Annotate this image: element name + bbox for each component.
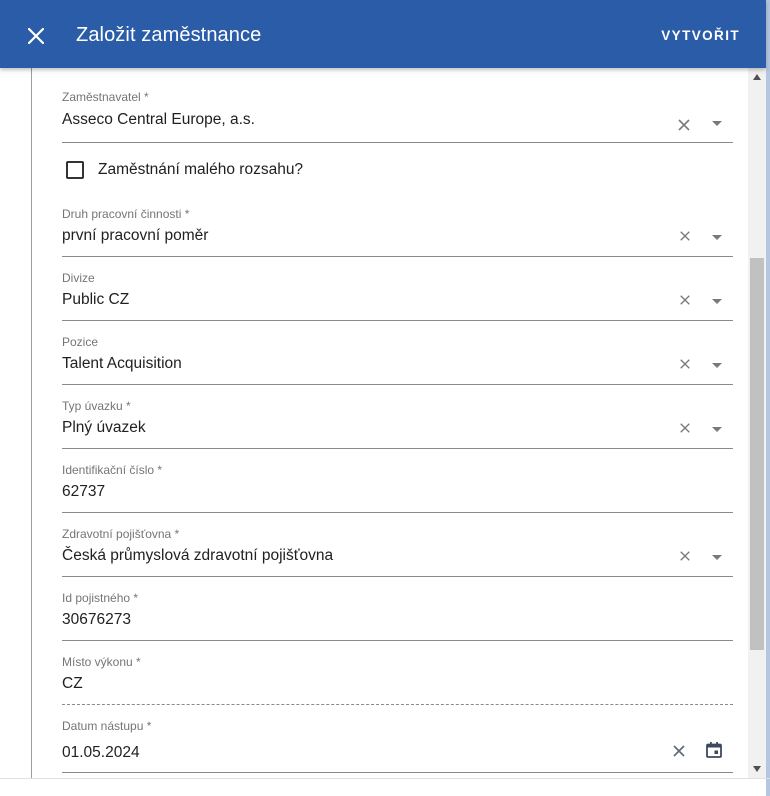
dialog-title: Založit zaměstnance — [76, 24, 262, 46]
scroll-down-arrow-icon[interactable] — [753, 766, 761, 772]
workload-type-label: Typ úvazku * — [62, 399, 131, 413]
health-insurer-underline — [62, 576, 733, 577]
close-button[interactable] — [22, 22, 50, 50]
health-insurer-label: Zdravotní pojišťovna * — [62, 527, 180, 541]
insured-id-value: 30676273 — [62, 611, 131, 628]
background-window-edge — [766, 0, 770, 796]
employer-underline — [62, 142, 733, 143]
chevron-down-icon[interactable] — [712, 427, 722, 432]
clear-icon[interactable] — [679, 230, 691, 242]
health-insurer-select[interactable]: Zdravotní pojišťovna * Česká průmyslová … — [62, 527, 733, 577]
employer-select[interactable]: Zaměstnavatel * Asseco Central Europe, a… — [62, 90, 733, 143]
division-label: Divize — [62, 271, 95, 285]
content-left-border — [31, 68, 32, 778]
chevron-down-icon[interactable] — [712, 555, 722, 560]
id-number-underline — [62, 512, 733, 513]
small-employment-checkbox[interactable] — [66, 161, 84, 179]
clear-icon[interactable] — [679, 358, 691, 370]
start-date-underline — [62, 772, 733, 773]
employer-label: Zaměstnavatel * — [62, 90, 149, 104]
workplace-underline — [62, 704, 733, 705]
workplace-label: Místo výkonu * — [62, 655, 141, 669]
scrollbar-thumb[interactable] — [750, 258, 764, 650]
activity-type-label: Druh pracovní činnosti * — [62, 207, 190, 221]
dialog-header: Založit zaměstnance VYTVOŘIT — [0, 0, 766, 68]
calendar-icon[interactable] — [705, 741, 723, 759]
position-value: Talent Acquisition — [62, 355, 182, 372]
division-select[interactable]: Divize Public CZ — [62, 271, 733, 321]
start-date-field[interactable]: Datum nástupu * 01.05.2024 — [62, 719, 733, 773]
division-underline — [62, 320, 733, 321]
activity-type-value: první pracovní poměr — [62, 227, 209, 244]
chevron-down-icon[interactable] — [712, 235, 722, 240]
workplace-field[interactable]: Místo výkonu * CZ — [62, 655, 733, 705]
activity-type-underline — [62, 256, 733, 257]
chevron-down-icon[interactable] — [712, 121, 722, 126]
insured-id-label: Id pojistného * — [62, 591, 139, 605]
start-date-label: Datum nástupu * — [62, 719, 152, 733]
id-number-label: Identifikační číslo * — [62, 463, 163, 477]
vertical-scrollbar[interactable] — [748, 68, 766, 778]
workload-type-value: Plný úvazek — [62, 419, 146, 436]
chevron-down-icon[interactable] — [712, 299, 722, 304]
insured-id-underline — [62, 640, 733, 641]
small-employment-label: Zaměstnání malého rozsahu? — [98, 161, 304, 178]
close-icon — [27, 27, 45, 45]
insured-id-field[interactable]: Id pojistného * 30676273 — [62, 591, 733, 641]
workload-type-underline — [62, 448, 733, 449]
clear-icon[interactable] — [677, 118, 691, 132]
position-underline — [62, 384, 733, 385]
clear-icon[interactable] — [672, 744, 686, 758]
create-button[interactable]: VYTVOŘIT — [661, 28, 740, 43]
position-label: Pozice — [62, 335, 99, 349]
dialog-bottom-border — [0, 778, 770, 779]
clear-icon[interactable] — [679, 550, 691, 562]
clear-icon[interactable] — [679, 294, 691, 306]
position-select[interactable]: Pozice Talent Acquisition — [62, 335, 733, 385]
chevron-down-icon[interactable] — [712, 363, 722, 368]
workplace-value: CZ — [62, 675, 83, 692]
start-date-value: 01.05.2024 — [62, 744, 140, 761]
workload-type-select[interactable]: Typ úvazku * Plný úvazek — [62, 399, 733, 449]
clear-icon[interactable] — [679, 422, 691, 434]
health-insurer-value: Česká průmyslová zdravotní pojišťovna — [62, 547, 334, 564]
id-number-value: 62737 — [62, 483, 106, 500]
activity-type-select[interactable]: Druh pracovní činnosti * první pracovní … — [62, 207, 733, 257]
create-employee-dialog: Založit zaměstnance VYTVOŘIT Zaměstnavat… — [0, 0, 770, 796]
employer-value: Asseco Central Europe, a.s. — [62, 111, 255, 128]
scroll-up-arrow-icon[interactable] — [753, 74, 761, 80]
id-number-field[interactable]: Identifikační číslo * 62737 — [62, 463, 733, 513]
division-value: Public CZ — [62, 291, 130, 308]
